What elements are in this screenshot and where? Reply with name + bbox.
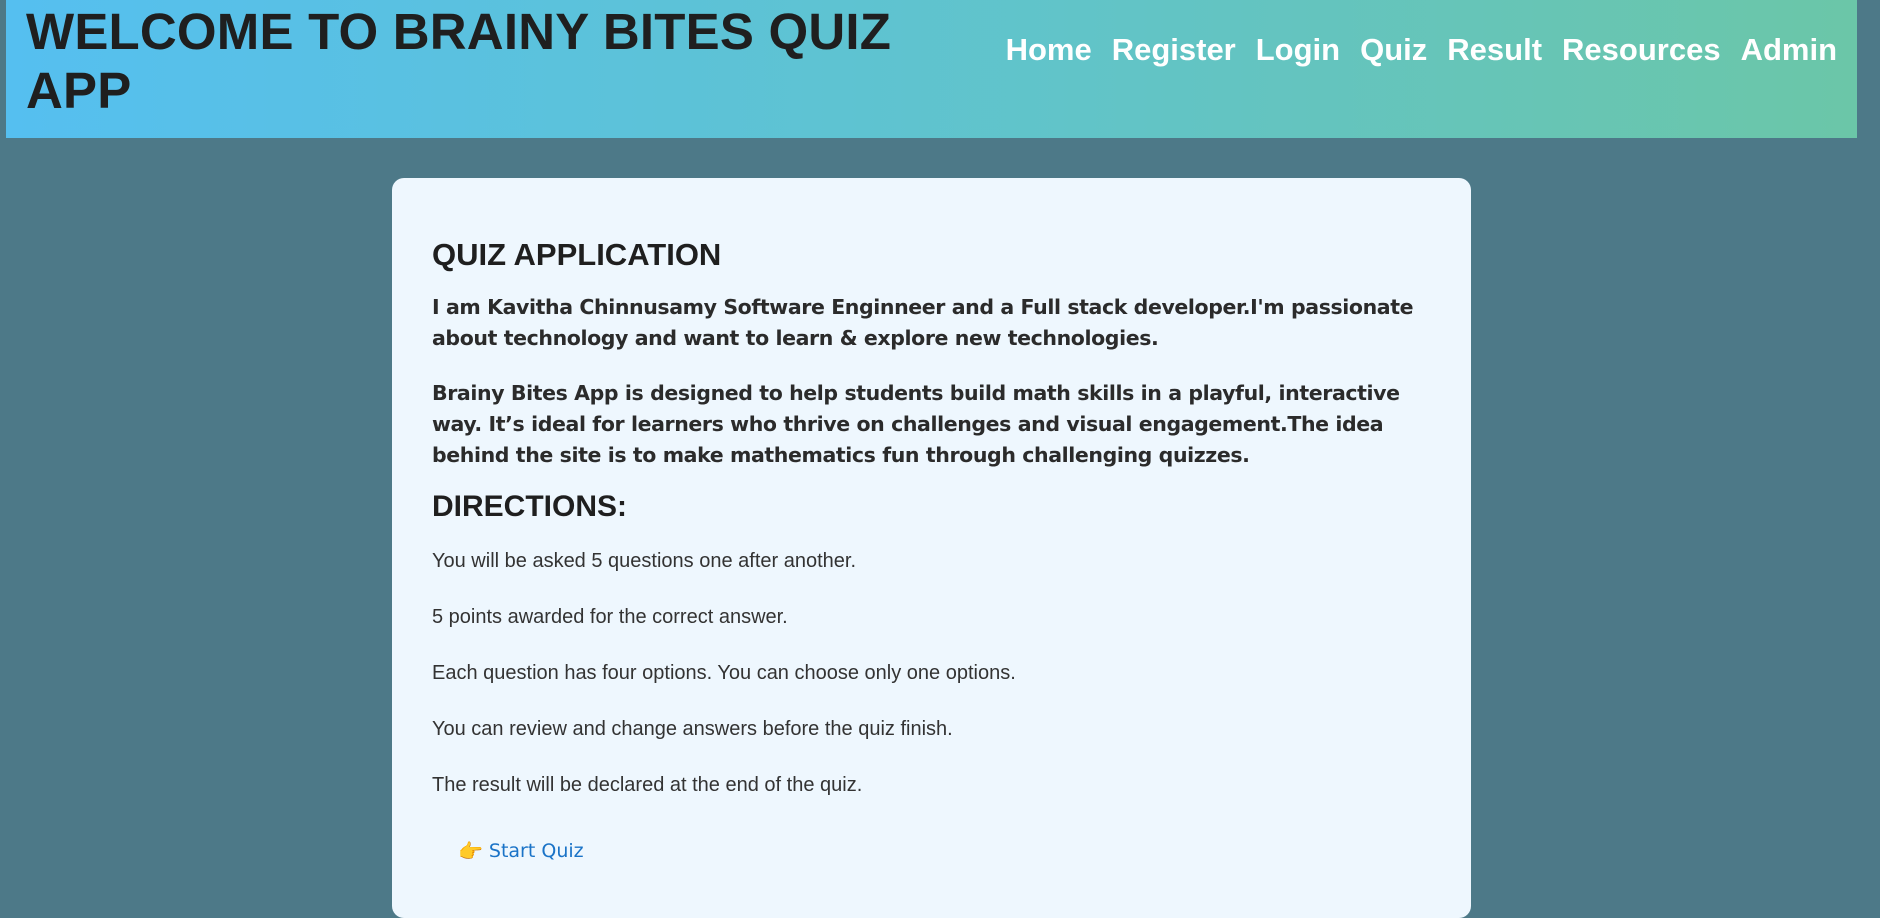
direction-item: 5 points awarded for the correct answer. (432, 606, 788, 628)
start-quiz-link[interactable]: 👉 Start Quiz (458, 839, 584, 863)
nav-result-link[interactable]: Result (1447, 28, 1542, 72)
direction-item: Each question has four options. You can … (432, 662, 1016, 684)
pointing-hand-icon: 👉 (458, 839, 483, 863)
start-quiz-label: Start Quiz (488, 840, 584, 862)
direction-item: You can review and change answers before… (432, 718, 953, 740)
site-header: WELCOME TO BRAINY BITES QUIZ APP Home Re… (6, 0, 1857, 138)
nav-resources-link[interactable]: Resources (1562, 28, 1721, 72)
nav-admin-link[interactable]: Admin (1741, 28, 1837, 72)
direction-item: The result will be declared at the end o… (432, 774, 863, 796)
site-title: WELCOME TO BRAINY BITES QUIZ APP (26, 3, 892, 119)
nav-home-link[interactable]: Home (1006, 28, 1092, 72)
main-nav: Home Register Login Quiz Result Resource… (1006, 28, 1837, 72)
app-description: Brainy Bites App is designed to help stu… (432, 381, 1400, 467)
nav-register-link[interactable]: Register (1112, 28, 1236, 72)
direction-item: You will be asked 5 questions one after … (432, 550, 857, 572)
author-bio: I am Kavitha Chinnusamy Software Enginne… (432, 295, 1414, 350)
page-heading: QUIZ APPLICATION (432, 237, 722, 272)
directions-heading: DIRECTIONS: (432, 490, 627, 523)
nav-quiz-link[interactable]: Quiz (1360, 28, 1427, 72)
nav-login-link[interactable]: Login (1256, 28, 1340, 72)
directions-list: You will be asked 5 questions one after … (432, 547, 1431, 799)
quiz-info-card: QUIZ APPLICATION I am Kavitha Chinnusamy… (392, 178, 1471, 918)
